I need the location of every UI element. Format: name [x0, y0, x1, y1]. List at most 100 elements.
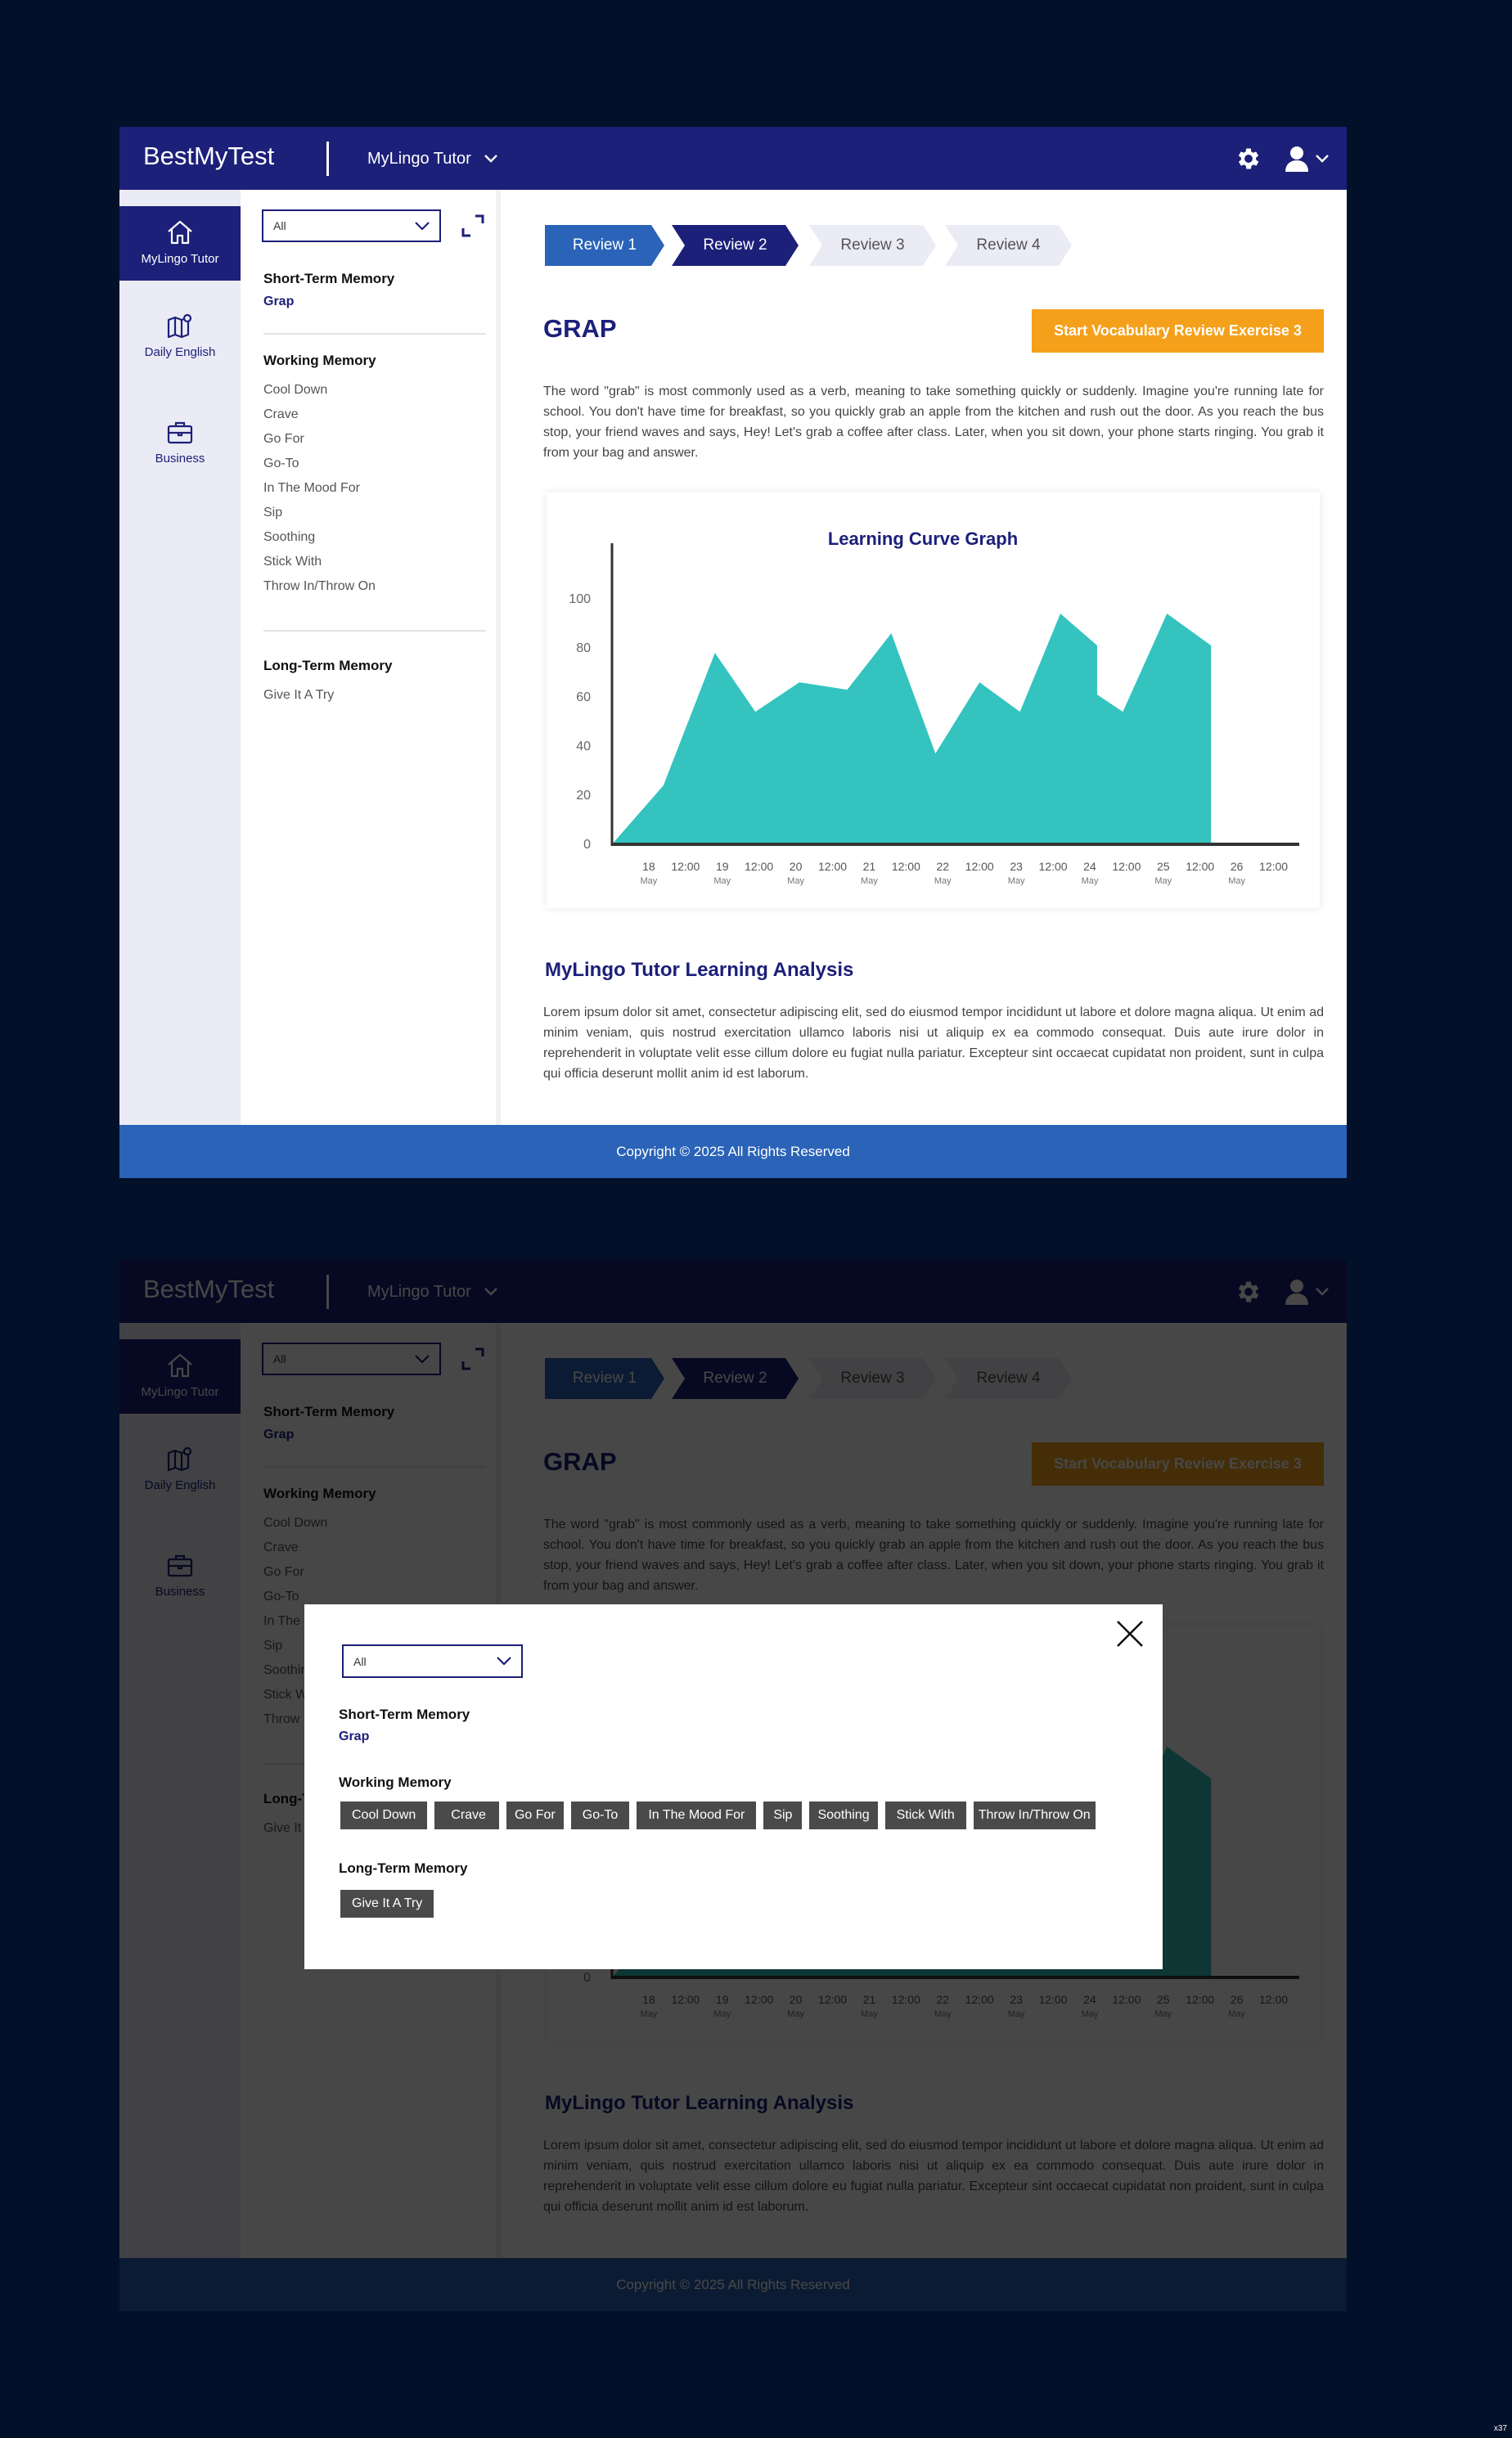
- list-item[interactable]: Crave: [263, 407, 299, 422]
- chevron-down-icon: [484, 155, 497, 163]
- chip[interactable]: Stick With: [884, 1802, 966, 1829]
- x-tick-label: 26: [1231, 860, 1244, 873]
- x-tick-label: 12:00: [1186, 860, 1214, 873]
- filter-value: All: [273, 219, 286, 232]
- filter-select[interactable]: All: [262, 209, 441, 242]
- modal-filter-select[interactable]: All: [342, 1644, 523, 1678]
- x-tick-label: 24: [1083, 860, 1096, 873]
- divider: [263, 333, 486, 335]
- x-tick-label: 22: [936, 860, 949, 873]
- chip[interactable]: Throw In/Throw On: [973, 1802, 1096, 1829]
- step-review-2[interactable]: Review 2: [672, 225, 799, 266]
- gear-icon[interactable]: [1235, 145, 1262, 173]
- x-tick-label: 25: [1157, 860, 1170, 873]
- x-tick-sublabel: May: [713, 876, 731, 886]
- working-memory-heading: Working Memory: [263, 353, 376, 368]
- x-tick-label: 19: [716, 860, 729, 873]
- x-tick-sublabel: May: [641, 876, 658, 886]
- footer: Copyright © 2025 All Rights Reserved: [119, 1125, 1347, 1178]
- list-item[interactable]: Stick With: [263, 555, 322, 569]
- x-tick-label: 12:00: [1039, 860, 1068, 873]
- y-tick-label: 20: [576, 789, 591, 803]
- x-tick-sublabel: May: [1228, 876, 1245, 886]
- chart-title: Learning Curve Graph: [827, 529, 1019, 549]
- x-tick-label: 12:00: [965, 860, 994, 873]
- user-icon: [1285, 146, 1308, 172]
- list-item[interactable]: In The Mood For: [263, 481, 360, 496]
- chip[interactable]: Cool Down: [340, 1802, 428, 1829]
- divider: [263, 630, 486, 632]
- user-menu[interactable]: [1285, 145, 1329, 173]
- chip[interactable]: Crave: [434, 1802, 499, 1829]
- header-divider: [326, 142, 329, 176]
- main-content: Review 1 Review 2 Review 3 Review 4 GRAP…: [501, 190, 1347, 1125]
- sidebar-item-daily-english[interactable]: Daily English: [119, 299, 241, 381]
- list-item[interactable]: Give It A Try: [263, 688, 334, 703]
- chevron-down-icon: [1316, 155, 1329, 163]
- short-term-memory-heading: Short-Term Memory: [263, 271, 395, 286]
- list-item[interactable]: Go For: [263, 432, 304, 447]
- y-tick-label: 60: [576, 690, 591, 704]
- analysis-title: MyLingo Tutor Learning Analysis: [545, 959, 854, 981]
- chip[interactable]: Sip: [763, 1802, 803, 1829]
- chevron-down-icon: [415, 221, 430, 231]
- chip[interactable]: Give It A Try: [340, 1890, 434, 1918]
- chip-grap[interactable]: Grap: [339, 1730, 369, 1744]
- sidebar-item-business[interactable]: Business: [119, 406, 241, 488]
- short-term-memory-heading: Short-Term Memory: [339, 1707, 470, 1722]
- x-tick-label: 23: [1010, 860, 1023, 873]
- word-title: GRAP: [543, 314, 617, 343]
- icon-sidebar: MyLingo Tutor Daily English Business: [119, 190, 241, 1125]
- x-tick-label: 12:00: [745, 860, 773, 873]
- x-tick-label: 21: [863, 860, 876, 873]
- y-tick-label: 100: [569, 592, 591, 606]
- expand-icon[interactable]: [461, 214, 484, 237]
- chip[interactable]: Go For: [506, 1802, 564, 1829]
- x-tick-label: 20: [790, 860, 803, 873]
- working-memory-heading: Working Memory: [339, 1775, 452, 1790]
- chip[interactable]: In The Mood For: [637, 1802, 757, 1829]
- long-term-memory-heading: Long-Term Memory: [263, 658, 393, 673]
- start-exercise-button[interactable]: Start Vocabulary Review Exercise 3: [1032, 309, 1324, 353]
- list-item[interactable]: Sip: [263, 506, 282, 520]
- y-tick-label: 0: [583, 838, 591, 852]
- map-icon: [167, 313, 192, 339]
- list-item[interactable]: Throw In/Throw On: [263, 579, 376, 594]
- x-tick-label: 12:00: [892, 860, 920, 873]
- x-tick-sublabel: May: [1008, 876, 1025, 886]
- list-item[interactable]: Go-To: [263, 457, 299, 471]
- step-review-4[interactable]: Review 4: [945, 225, 1072, 266]
- sidebar-item-label: MyLingo Tutor: [141, 252, 219, 266]
- app-selector-label: MyLingo Tutor: [367, 149, 471, 168]
- learning-curve-chart: 0 20 40 60 80 100 18 May 12:00 19 May 12:00 20 May 12:…: [569, 543, 1299, 886]
- area-series: [612, 614, 1212, 844]
- long-term-memory-heading: Long-Term Memory: [339, 1860, 468, 1876]
- step-review-3[interactable]: Review 3: [809, 225, 936, 266]
- x-tick-sublabel: May: [1082, 876, 1099, 886]
- list-item[interactable]: Cool Down: [263, 383, 327, 398]
- x-tick-label: 18: [642, 860, 655, 873]
- app-selector[interactable]: MyLingo Tutor: [367, 145, 497, 173]
- app-window: BestMyTest MyLingo Tutor MyLingo Tutor D…: [119, 127, 1347, 1178]
- chevron-down-icon: [497, 1657, 511, 1666]
- step-review-1[interactable]: Review 1: [545, 225, 664, 266]
- y-tick-label: 80: [576, 641, 591, 655]
- working-memory-chips: Cool Down Crave Go For Go-To In The Mood…: [340, 1802, 1096, 1829]
- sidebar-item-label: Daily English: [144, 345, 216, 359]
- sidebar-item-mylingo-tutor[interactable]: MyLingo Tutor: [119, 206, 241, 281]
- x-tick-label: 12:00: [818, 860, 847, 873]
- brand-logo[interactable]: BestMyTest: [143, 142, 274, 171]
- x-tick-label: 12:00: [671, 860, 700, 873]
- close-icon[interactable]: [1114, 1617, 1146, 1650]
- learning-curve-card: 0 20 40 60 80 100 18 May 12:00 19 May 12:00 20 May 12:…: [547, 493, 1320, 908]
- analysis-text: Lorem ipsum dolor sit amet, consectetur …: [543, 1005, 1324, 1081]
- chip[interactable]: Go-To: [570, 1802, 630, 1829]
- word-description: The word "grab" is most commonly used as…: [543, 385, 1324, 460]
- x-tick-sublabel: May: [861, 876, 878, 886]
- filter-value: All: [353, 1654, 367, 1668]
- list-item[interactable]: Soothing: [263, 530, 315, 545]
- list-item-grap[interactable]: Grap: [263, 295, 294, 309]
- chip[interactable]: Soothing: [809, 1802, 878, 1829]
- briefcase-icon: [167, 421, 193, 444]
- x-tick-sublabel: May: [934, 876, 952, 886]
